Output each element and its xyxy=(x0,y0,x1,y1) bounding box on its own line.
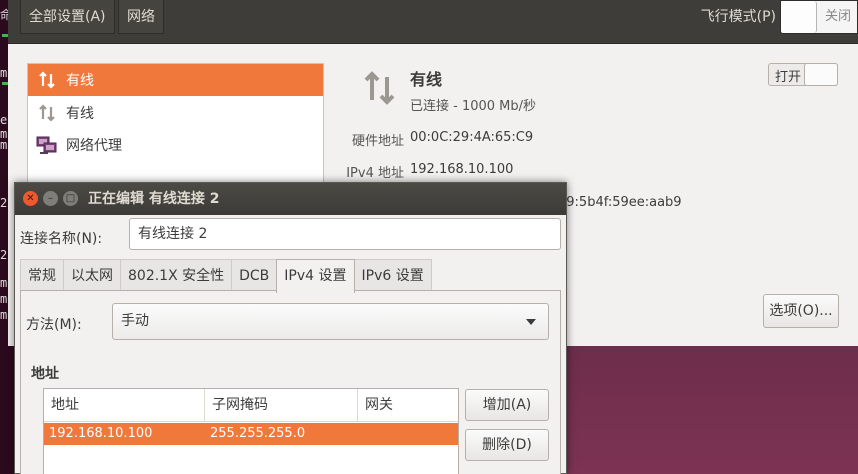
device-toggle-state: 打开 xyxy=(775,70,802,85)
terminal-text: m xyxy=(0,138,8,152)
sidebar-item-label: 有线 xyxy=(66,73,94,89)
wired-network-large-icon xyxy=(360,68,400,108)
tab-8021x-security[interactable]: 802.1X 安全性 xyxy=(120,259,233,291)
close-icon[interactable]: ✕ xyxy=(23,191,38,206)
add-address-button[interactable]: 增加(A) xyxy=(465,389,549,421)
sidebar-item-wired-1[interactable]: 有线 xyxy=(28,64,323,96)
table-row[interactable]: 192.168.10.100 255.255.255.0 xyxy=(44,423,458,445)
terminal-text: 2 xyxy=(0,248,8,262)
maximize-icon[interactable]: □ xyxy=(63,191,78,206)
hardware-address-label: 硬件地址 xyxy=(351,134,404,149)
connection-status: 已连接 - 1000 Mb/秒 xyxy=(410,99,537,114)
wired-network-icon xyxy=(36,102,58,124)
terminal-text: m xyxy=(0,66,8,80)
tab-ipv4-settings[interactable]: IPv4 设置 xyxy=(276,259,355,293)
tab-ethernet[interactable]: 以太网 xyxy=(63,259,121,291)
address-table: 地址 子网掩码 网关 192.168.10.100 255.255.255.0 xyxy=(43,388,459,474)
address-section-heading: 地址 xyxy=(31,366,59,382)
sidebar-item-label: 有线 xyxy=(66,106,94,122)
edit-connection-dialog: ✕ – □ 正在编辑 有线连接 2 连接名称(N): 有线连接 2 常规 以太网… xyxy=(14,182,567,474)
ipv4-address-label: IPv4 地址 xyxy=(346,166,404,181)
column-header-gateway[interactable]: 网关 xyxy=(358,389,458,422)
method-selected-value: 手动 xyxy=(121,313,149,329)
hardware-address-value: 00:0C:29:4A:65:C9 xyxy=(410,130,534,145)
column-header-address[interactable]: 地址 xyxy=(44,389,205,422)
options-button[interactable]: 选项(O)... xyxy=(763,294,839,328)
terminal-text: m xyxy=(0,276,8,290)
method-label: 方法(M): xyxy=(26,317,82,333)
tab-ipv6-settings[interactable]: IPv6 设置 xyxy=(353,259,432,291)
ipv6-address-value: 89:5b4f:59ee:aab9 xyxy=(558,195,682,210)
toggle-knob xyxy=(804,63,838,86)
network-breadcrumb[interactable]: 网络 xyxy=(118,0,164,34)
settings-tabs: 常规 以太网 802.1X 安全性 DCB IPv4 设置 IPv6 设置 xyxy=(20,259,432,293)
cell-address[interactable]: 192.168.10.100 xyxy=(44,423,152,445)
all-settings-button[interactable]: 全部设置(A) xyxy=(20,0,115,34)
network-proxy-icon xyxy=(36,134,58,156)
airplane-toggle-state: 关闭 xyxy=(824,9,851,24)
toggle-knob xyxy=(781,1,817,33)
terminal-text: m xyxy=(0,308,8,322)
airplane-mode-toggle[interactable]: 关闭 xyxy=(780,0,858,34)
ipv4-address-value: 192.168.10.100 xyxy=(410,162,514,177)
header-bar: 全部设置(A) 网络 飞行模式(P) 关闭 xyxy=(8,0,858,44)
airplane-mode-label: 飞行模式(P) xyxy=(700,9,776,25)
sidebar-item-network-proxy[interactable]: 网络代理 xyxy=(28,129,323,161)
delete-address-button[interactable]: 删除(D) xyxy=(465,429,549,461)
dropdown-arrow-icon xyxy=(526,319,536,325)
terminal-text: m xyxy=(0,292,8,306)
wired-network-icon xyxy=(36,69,58,91)
terminal-text: e xyxy=(0,113,8,127)
column-header-netmask[interactable]: 子网掩码 xyxy=(205,389,358,422)
device-title: 有线 xyxy=(410,70,443,89)
terminal-text: 2 xyxy=(0,196,8,210)
minimize-icon[interactable]: – xyxy=(43,191,58,206)
tab-dcb[interactable]: DCB xyxy=(231,259,278,291)
tab-general[interactable]: 常规 xyxy=(20,259,64,291)
dialog-title: 正在编辑 有线连接 2 xyxy=(88,191,220,207)
sidebar-item-wired-2[interactable]: 有线 xyxy=(28,97,323,129)
connection-name-label: 连接名称(N): xyxy=(20,231,103,247)
dialog-titlebar[interactable]: ✕ – □ 正在编辑 有线连接 2 xyxy=(15,183,566,215)
connection-name-input[interactable]: 有线连接 2 xyxy=(129,218,561,250)
sidebar-item-label: 网络代理 xyxy=(66,138,122,154)
method-dropdown[interactable]: 手动 xyxy=(112,303,549,340)
cell-netmask[interactable]: 255.255.255.0 xyxy=(205,423,305,445)
device-power-toggle[interactable]: 打开 xyxy=(768,63,838,86)
